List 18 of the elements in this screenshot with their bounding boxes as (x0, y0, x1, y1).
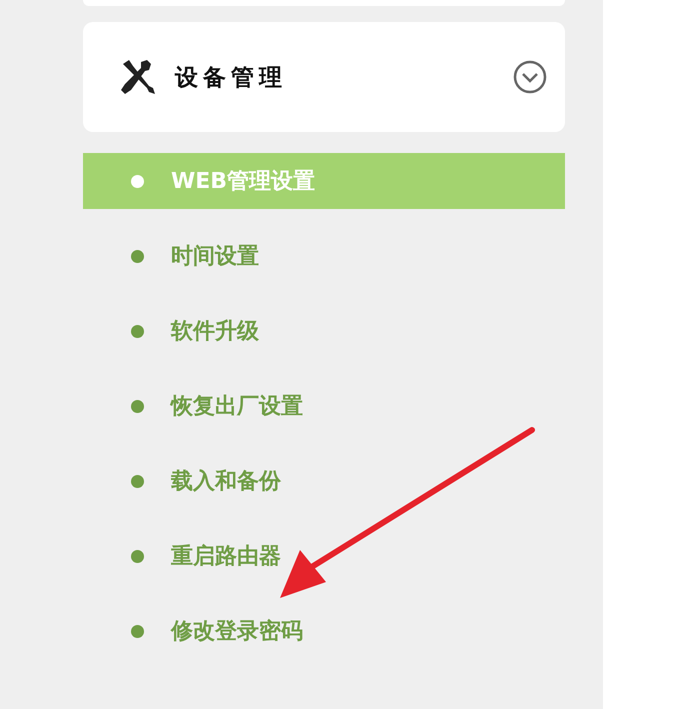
section-header[interactable]: 设备管理 (83, 22, 565, 132)
bullet-icon (131, 174, 144, 188)
bullet-icon (131, 250, 144, 262)
menu-item[interactable]: 修改登录密码 (83, 603, 565, 659)
menu-item[interactable]: WEB管理设置 (83, 153, 565, 209)
menu-item[interactable]: 软件升级 (83, 303, 565, 359)
bullet-icon (131, 324, 144, 338)
bullet-icon (131, 624, 144, 638)
menu-item[interactable]: 载入和备份 (83, 453, 565, 509)
menu-item[interactable]: 恢复出厂设置 (83, 378, 565, 434)
bullet-icon (131, 550, 144, 562)
chevron-down-icon[interactable] (513, 60, 547, 94)
tools-icon (119, 58, 157, 96)
menu-item[interactable]: 重启路由器 (83, 528, 565, 584)
section-title: 设备管理 (175, 64, 288, 92)
bullet-icon (131, 400, 144, 412)
bullet-icon (131, 474, 144, 488)
menu-item[interactable]: 时间设置 (83, 228, 565, 284)
